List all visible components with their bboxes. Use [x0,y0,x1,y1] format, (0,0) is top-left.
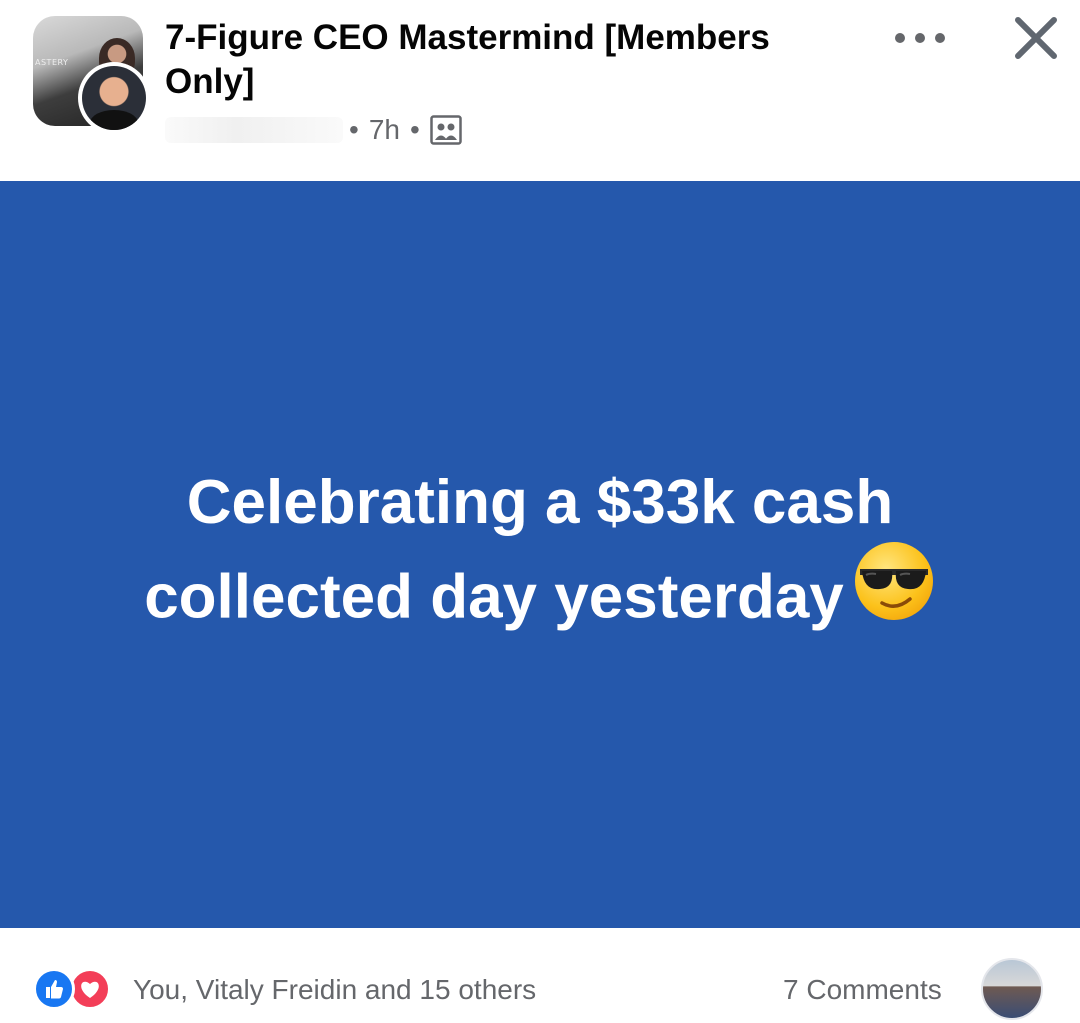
group-avatar-text: ASTERY [35,58,69,67]
post-time[interactable]: 7h [369,114,400,146]
love-icon [69,968,111,1010]
comments-count[interactable]: 7 Comments [783,970,942,1010]
author-avatar[interactable] [78,62,150,134]
like-icon [33,968,75,1010]
close-icon[interactable] [1012,14,1060,62]
post-background[interactable]: Celebrating a $33k cash collected day ye… [0,181,1080,928]
sunglasses-emoji-icon [852,539,936,647]
post-header: ASTERY 7-Figure CEO Mastermind [Members … [0,0,1080,180]
author-name-redacted[interactable] [165,117,343,143]
group-title[interactable]: 7-Figure CEO Mastermind [Members Only] [165,16,805,104]
post-text: Celebrating a $33k cash collected day ye… [90,459,990,655]
commenter-avatar[interactable] [981,958,1043,1020]
meta-separator: • [409,114,420,145]
reactors-summary[interactable]: You, Vitaly Freidin and 15 others [133,970,536,1010]
post-meta: • 7h • [165,112,462,148]
meta-separator: • [349,114,359,145]
post-text-content: Celebrating a $33k cash collected day ye… [144,468,894,632]
more-options-icon[interactable] [895,26,945,50]
group-audience-icon [430,115,462,145]
reaction-icons[interactable] [33,967,111,1011]
